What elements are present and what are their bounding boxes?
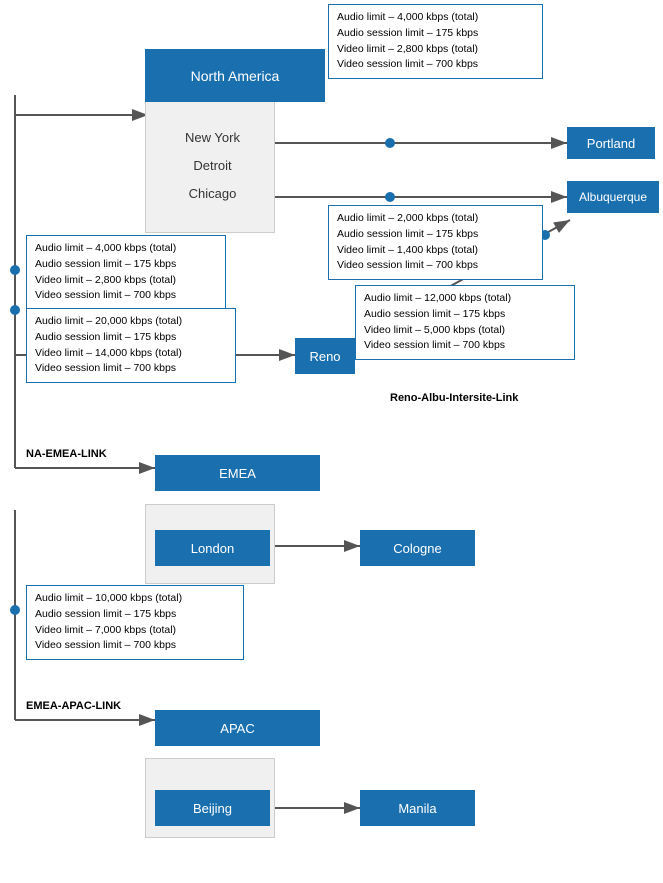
portland-node: Portland [567,127,655,159]
albuquerque-node: Albuquerque [567,181,659,213]
apac-node: APAC [155,710,320,746]
info-top-right: Audio limit – 4,000 kbps (total) Audio s… [328,4,543,79]
na-emea-link-label: NA-EMEA-LINK [26,448,107,460]
cologne-node: Cologne [360,530,475,566]
chicago-label: Chicago [155,186,270,201]
manila-node: Manila [360,790,475,826]
info-reno-right: Audio limit – 12,000 kbps (total) Audio … [355,285,575,360]
beijing-node: Beijing [155,790,270,826]
info-reno-top: Audio limit – 2,000 kbps (total) Audio s… [328,205,543,280]
new-york-label: New York [155,130,270,145]
detroit-label: Detroit [155,158,270,173]
network-diagram: North America New York Detroit Chicago P… [0,0,663,883]
emea-apac-link-label: EMEA-APAC-LINK [26,700,121,712]
reno-albu-link-label: Reno-Albu-Intersite-Link [390,392,518,404]
emea-node: EMEA [155,455,320,491]
london-node: London [155,530,270,566]
info-na-left: Audio limit – 4,000 kbps (total) Audio s… [26,235,226,310]
info-emea-apac: Audio limit – 10,000 kbps (total) Audio … [26,585,244,660]
reno-node: Reno [295,338,355,374]
info-na-emea: Audio limit – 20,000 kbps (total) Audio … [26,308,236,383]
north-america-node: North America [145,49,325,102]
